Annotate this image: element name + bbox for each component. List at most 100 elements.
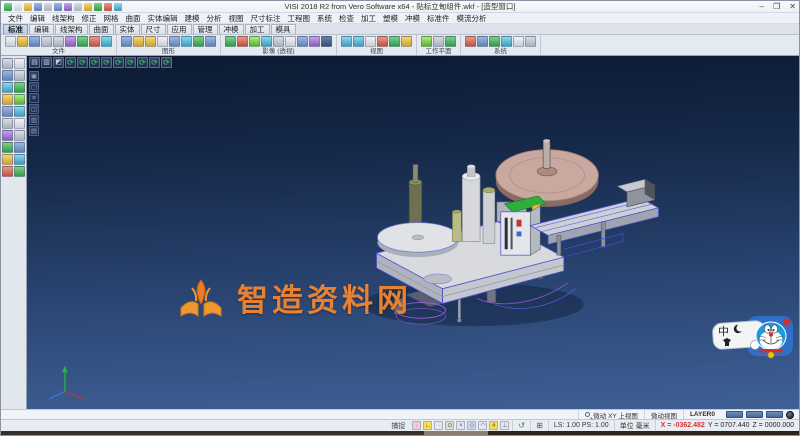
- view-top-icon[interactable]: ⟳: [77, 57, 88, 68]
- point-tool-icon[interactable]: [2, 70, 13, 81]
- menu-modeling[interactable]: 建模: [182, 13, 203, 24]
- clip-plane-icon[interactable]: ◫: [29, 104, 39, 114]
- paste-icon[interactable]: [84, 2, 92, 11]
- menu-standard-parts[interactable]: 标准件: [424, 13, 453, 24]
- view-back-icon[interactable]: ⟳: [113, 57, 124, 68]
- active-view-indicator[interactable]: 微动视图: [643, 410, 683, 420]
- workplane-align-icon[interactable]: [433, 36, 444, 47]
- maximize-button[interactable]: ❐: [773, 2, 780, 11]
- settings-icon[interactable]: [101, 36, 112, 47]
- view-rotate-ccw-icon[interactable]: ⟳: [161, 57, 172, 68]
- view-iso-icon[interactable]: ⟳: [65, 57, 76, 68]
- snap-mid-icon[interactable]: ∙: [434, 421, 444, 430]
- model-rollers[interactable]: [452, 164, 496, 244]
- undo-icon[interactable]: [94, 2, 102, 11]
- scale-tool-icon[interactable]: [14, 142, 25, 153]
- view-cube-icon[interactable]: ◩: [53, 57, 64, 68]
- menu-wireframe[interactable]: 线架构: [49, 13, 78, 24]
- view-rotate-cw-icon[interactable]: ⟳: [149, 57, 160, 68]
- tab-progress-die[interactable]: 冲模: [218, 24, 244, 34]
- print-document-icon[interactable]: [65, 36, 76, 47]
- snap-grid-icon[interactable]: #: [489, 421, 499, 430]
- render-sphere-icon[interactable]: [225, 36, 236, 47]
- snap-tangent-icon[interactable]: ◠: [478, 421, 488, 430]
- shadow-icon[interactable]: [273, 36, 284, 47]
- fillet-tool-icon[interactable]: [14, 106, 25, 117]
- view-left-icon[interactable]: ⟳: [125, 57, 136, 68]
- texture-icon[interactable]: [309, 36, 320, 47]
- menu-dimension[interactable]: 尺寸标注: [248, 13, 284, 24]
- material-icon[interactable]: [237, 36, 248, 47]
- trim-tool-icon[interactable]: [2, 106, 13, 117]
- snap-point-icon[interactable]: ·: [412, 421, 422, 430]
- shell-tool-icon[interactable]: [14, 166, 25, 177]
- snap-intersection-icon[interactable]: ×: [456, 421, 466, 430]
- scene-icon[interactable]: [321, 36, 332, 47]
- notes-icon[interactable]: ▤: [29, 126, 39, 136]
- visibility-icon[interactable]: [205, 36, 216, 47]
- layer-manager-icon[interactable]: ▣: [29, 71, 39, 81]
- menu-view[interactable]: 视图: [226, 13, 247, 24]
- menu-mould[interactable]: 塑模: [380, 13, 401, 24]
- menu-analysis[interactable]: 分析: [204, 13, 225, 24]
- tab-application[interactable]: 应用: [166, 24, 192, 34]
- redo-action-icon[interactable]: [89, 36, 100, 47]
- menu-machining[interactable]: 加工: [358, 13, 379, 24]
- new-document-icon[interactable]: [5, 36, 16, 47]
- menu-solid-edit[interactable]: 实体编辑: [145, 13, 181, 24]
- workplane-reset-icon[interactable]: [445, 36, 456, 47]
- help-icon[interactable]: [114, 2, 122, 11]
- mirror-tool-icon[interactable]: [2, 142, 13, 153]
- redo-icon[interactable]: [104, 2, 112, 11]
- tab-surface[interactable]: 曲面: [88, 24, 114, 34]
- view-orientation-icon[interactable]: [401, 36, 412, 47]
- open-file-icon[interactable]: [24, 2, 32, 11]
- system-monitor-icon[interactable]: [501, 36, 512, 47]
- units-indicator[interactable]: 单位 毫米: [613, 420, 655, 431]
- perspective-icon[interactable]: [261, 36, 272, 47]
- snap-end-icon[interactable]: ∟: [423, 421, 433, 430]
- delete-tool-icon[interactable]: [14, 58, 25, 69]
- menu-check[interactable]: 检查: [336, 13, 357, 24]
- copy-icon[interactable]: [74, 2, 82, 11]
- menu-surface[interactable]: 曲面: [123, 13, 144, 24]
- model-turntable[interactable]: [377, 164, 459, 258]
- new-file-icon[interactable]: [14, 2, 22, 11]
- menu-file[interactable]: 文件: [5, 13, 26, 24]
- chamfer-tool-icon[interactable]: [2, 118, 13, 129]
- move-tool-icon[interactable]: [2, 130, 13, 141]
- print-preview-icon[interactable]: [54, 2, 62, 11]
- rectangle-tool-icon[interactable]: [2, 94, 13, 105]
- edge-display-icon[interactable]: [169, 36, 180, 47]
- transparency-icon[interactable]: [157, 36, 168, 47]
- menu-drawing[interactable]: 工程图: [285, 13, 314, 24]
- pan-icon[interactable]: [365, 36, 376, 47]
- offset-tool-icon[interactable]: [14, 118, 25, 129]
- print-icon[interactable]: [44, 2, 52, 11]
- rotate-view-icon[interactable]: [389, 36, 400, 47]
- search-status[interactable]: 微动 XY 上视图: [578, 410, 644, 420]
- undo-action-icon[interactable]: [77, 36, 88, 47]
- workplane-create-icon[interactable]: [421, 36, 432, 47]
- view-right-icon[interactable]: ⟳: [137, 57, 148, 68]
- layer-display-icon[interactable]: [193, 36, 204, 47]
- swatch-3[interactable]: [766, 411, 783, 418]
- wireframe-display-icon[interactable]: [121, 36, 132, 47]
- tab-machining[interactable]: 加工: [244, 24, 270, 34]
- rotate-tool-icon[interactable]: [14, 130, 25, 141]
- save-icon[interactable]: [34, 2, 42, 11]
- swatch-2[interactable]: [746, 411, 763, 418]
- menu-flow-analysis[interactable]: 模流分析: [454, 13, 490, 24]
- select-tool-icon[interactable]: [2, 58, 13, 69]
- line-tool-icon[interactable]: [14, 70, 25, 81]
- cad-model-canvas[interactable]: [27, 56, 799, 409]
- system-colors-icon[interactable]: [465, 36, 476, 47]
- layer-indicator[interactable]: LAYER0: [682, 410, 721, 419]
- boolean-tool-icon[interactable]: [2, 166, 13, 177]
- zoom-previous-icon[interactable]: [377, 36, 388, 47]
- model-viewport[interactable]: ▤ ▥ ◩ ⟳ ⟳ ⟳ ⟳ ⟳ ⟳ ⟳ ⟳ ⟳ ▣ ▢ ≡ ◫ ▥ ▤ 智造资料…: [27, 56, 799, 409]
- tab-solid[interactable]: 实体: [114, 24, 140, 34]
- view-bottom-icon[interactable]: ⟳: [89, 57, 100, 68]
- swatch-1[interactable]: [726, 411, 743, 418]
- refresh-control[interactable]: ↺: [512, 420, 530, 431]
